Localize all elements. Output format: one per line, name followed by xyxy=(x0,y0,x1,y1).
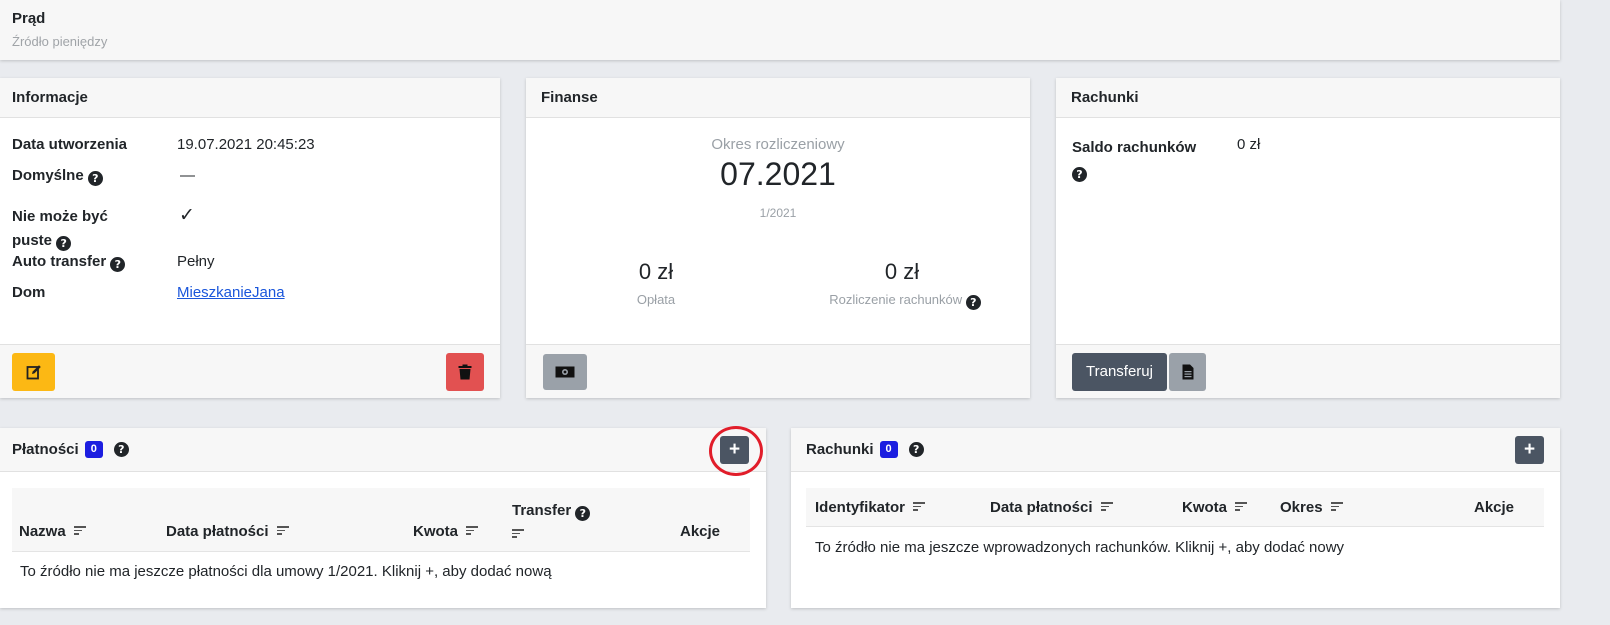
question-circle-icon[interactable]: ? xyxy=(56,236,72,251)
period-sub: 1/2021 xyxy=(759,206,797,220)
add-bill-button[interactable]: + xyxy=(1515,436,1544,464)
sort-icon[interactable] xyxy=(276,524,289,537)
col-transfer[interactable]: Transfer ? xyxy=(512,499,591,547)
created-value: 19.07.2021 20:45:23 xyxy=(177,136,315,153)
question-circle-icon[interactable]: ? xyxy=(87,171,103,186)
col-bill-actions: Akcje xyxy=(1474,499,1515,516)
payments-table-header: Nazwa Data płatności Kwota Transfer ? Ak… xyxy=(12,488,750,552)
period-label: Okres rozliczeniowy xyxy=(711,136,845,153)
bills-empty-message: To źródło nie ma jeszcze wprowadzonych r… xyxy=(815,539,1345,556)
source-header-card: Prąd Źródło pieniędzy xyxy=(0,0,1560,60)
col-bill-amount-label: Kwota xyxy=(1182,499,1227,516)
col-period-label: Okres xyxy=(1280,499,1323,516)
document-icon xyxy=(1182,364,1193,379)
accounts-card-footer: Transferuj xyxy=(1056,344,1560,398)
default-label-row: Domyślne ? xyxy=(12,167,103,186)
info-card-title: Informacje xyxy=(12,89,88,106)
money-icon xyxy=(555,366,575,377)
col-amount-label: Kwota xyxy=(413,523,458,540)
accounts-card-header: Rachunki xyxy=(1056,78,1560,118)
saldo-value: 0 zł xyxy=(1237,136,1261,153)
bills-card-title: Rachunki xyxy=(806,441,874,458)
col-date[interactable]: Data płatności xyxy=(166,523,289,540)
col-name-label: Nazwa xyxy=(19,523,66,540)
document-button[interactable] xyxy=(1169,352,1206,391)
finance-card: Finanse Okres rozliczeniowy 07.2021 1/20… xyxy=(526,78,1030,398)
trash-icon xyxy=(458,364,472,379)
money-button[interactable] xyxy=(543,353,587,390)
sort-icon[interactable] xyxy=(1235,500,1248,513)
question-circle-icon[interactable]: ? xyxy=(110,257,126,272)
fee-label: Opłata xyxy=(636,292,676,307)
col-bill-amount[interactable]: Kwota xyxy=(1182,499,1248,516)
payments-card: Płatności 0 ? + Nazwa Data płatności Kwo… xyxy=(0,426,766,608)
col-id[interactable]: Identyfikator xyxy=(815,499,926,516)
edit-icon xyxy=(26,364,41,379)
question-circle-icon[interactable]: ? xyxy=(908,442,924,457)
sort-icon[interactable] xyxy=(1100,500,1113,513)
period-value: 07.2021 xyxy=(720,156,836,192)
auto-transfer-value: Pełny xyxy=(177,253,215,270)
question-circle-icon[interactable]: ? xyxy=(575,506,591,521)
bills-card-header: Rachunki 0 ? + xyxy=(791,428,1560,472)
not-empty-label-line1: Nie może być xyxy=(12,208,108,225)
accounts-card: Rachunki Saldo rachunków ? 0 zł Transfer… xyxy=(1056,78,1560,398)
col-date-label: Data płatności xyxy=(166,523,269,540)
sort-icon[interactable] xyxy=(1330,500,1343,513)
question-circle-icon[interactable]: ? xyxy=(1072,167,1087,182)
edit-button[interactable] xyxy=(12,352,55,391)
home-label: Dom xyxy=(12,284,46,301)
col-transfer-label: Transfer xyxy=(512,502,572,519)
bills-settlement-value: 0 zł xyxy=(884,259,920,284)
bills-table-header: Identyfikator Data płatności Kwota Okres… xyxy=(806,488,1544,527)
col-id-label: Identyfikator xyxy=(815,499,906,516)
question-circle-icon[interactable]: ? xyxy=(965,295,981,310)
highlight-circle xyxy=(709,426,763,476)
payments-card-title: Płatności xyxy=(12,441,79,458)
default-label: Domyślne xyxy=(12,167,84,184)
auto-transfer-label-row: Auto transfer ? xyxy=(12,253,126,272)
default-value: — xyxy=(180,167,195,184)
question-circle-icon[interactable]: ? xyxy=(113,442,129,457)
transfer-button[interactable]: Transferuj xyxy=(1072,352,1167,391)
bills-count-badge: 0 xyxy=(879,441,898,458)
finance-card-title: Finanse xyxy=(541,89,598,106)
finance-card-header: Finanse xyxy=(526,78,1030,118)
col-bill-date[interactable]: Data płatności xyxy=(990,499,1113,516)
payments-card-header: Płatności 0 ? + xyxy=(0,426,766,476)
info-card: Informacje Data utworzenia 19.07.2021 20… xyxy=(0,78,500,398)
auto-transfer-label: Auto transfer xyxy=(12,253,107,270)
sort-icon[interactable] xyxy=(73,524,86,537)
delete-button[interactable] xyxy=(446,352,484,391)
col-bill-date-label: Data płatności xyxy=(990,499,1093,516)
not-empty-value-check-icon: ✓ xyxy=(179,204,195,226)
finance-card-footer xyxy=(526,344,1030,398)
sort-icon[interactable] xyxy=(913,500,926,513)
not-empty-label-row: Nie może być puste ? xyxy=(12,205,108,253)
col-period[interactable]: Okres xyxy=(1280,499,1343,516)
accounts-card-title: Rachunki xyxy=(1071,89,1139,106)
home-link[interactable]: MieszkanieJana xyxy=(177,284,285,301)
col-name[interactable]: Nazwa xyxy=(19,523,86,540)
page-subtitle: Źródło pieniędzy xyxy=(12,34,108,49)
col-actions: Akcje xyxy=(680,523,721,540)
sort-icon[interactable] xyxy=(466,524,479,537)
created-label: Data utworzenia xyxy=(12,136,128,153)
saldo-label-row: Saldo rachunków ? xyxy=(1072,136,1196,184)
page-title: Prąd xyxy=(12,10,46,27)
bills-settlement-label: Rozliczenie rachunków xyxy=(829,292,963,307)
bills-settlement-label-row: Rozliczenie rachunków ? xyxy=(816,292,994,310)
sort-icon[interactable] xyxy=(512,527,524,540)
saldo-label: Saldo rachunków xyxy=(1072,139,1197,156)
info-card-footer xyxy=(0,344,500,398)
payments-empty-message: To źródło nie ma jeszcze płatności dla u… xyxy=(20,563,552,580)
info-card-header: Informacje xyxy=(0,78,500,118)
fee-value: 0 zł xyxy=(638,259,674,284)
payments-count-badge: 0 xyxy=(84,441,103,458)
bills-card: Rachunki 0 ? + Identyfikator Data płatno… xyxy=(791,428,1560,608)
col-amount[interactable]: Kwota xyxy=(413,523,479,540)
not-empty-label-line2: puste xyxy=(12,232,53,249)
